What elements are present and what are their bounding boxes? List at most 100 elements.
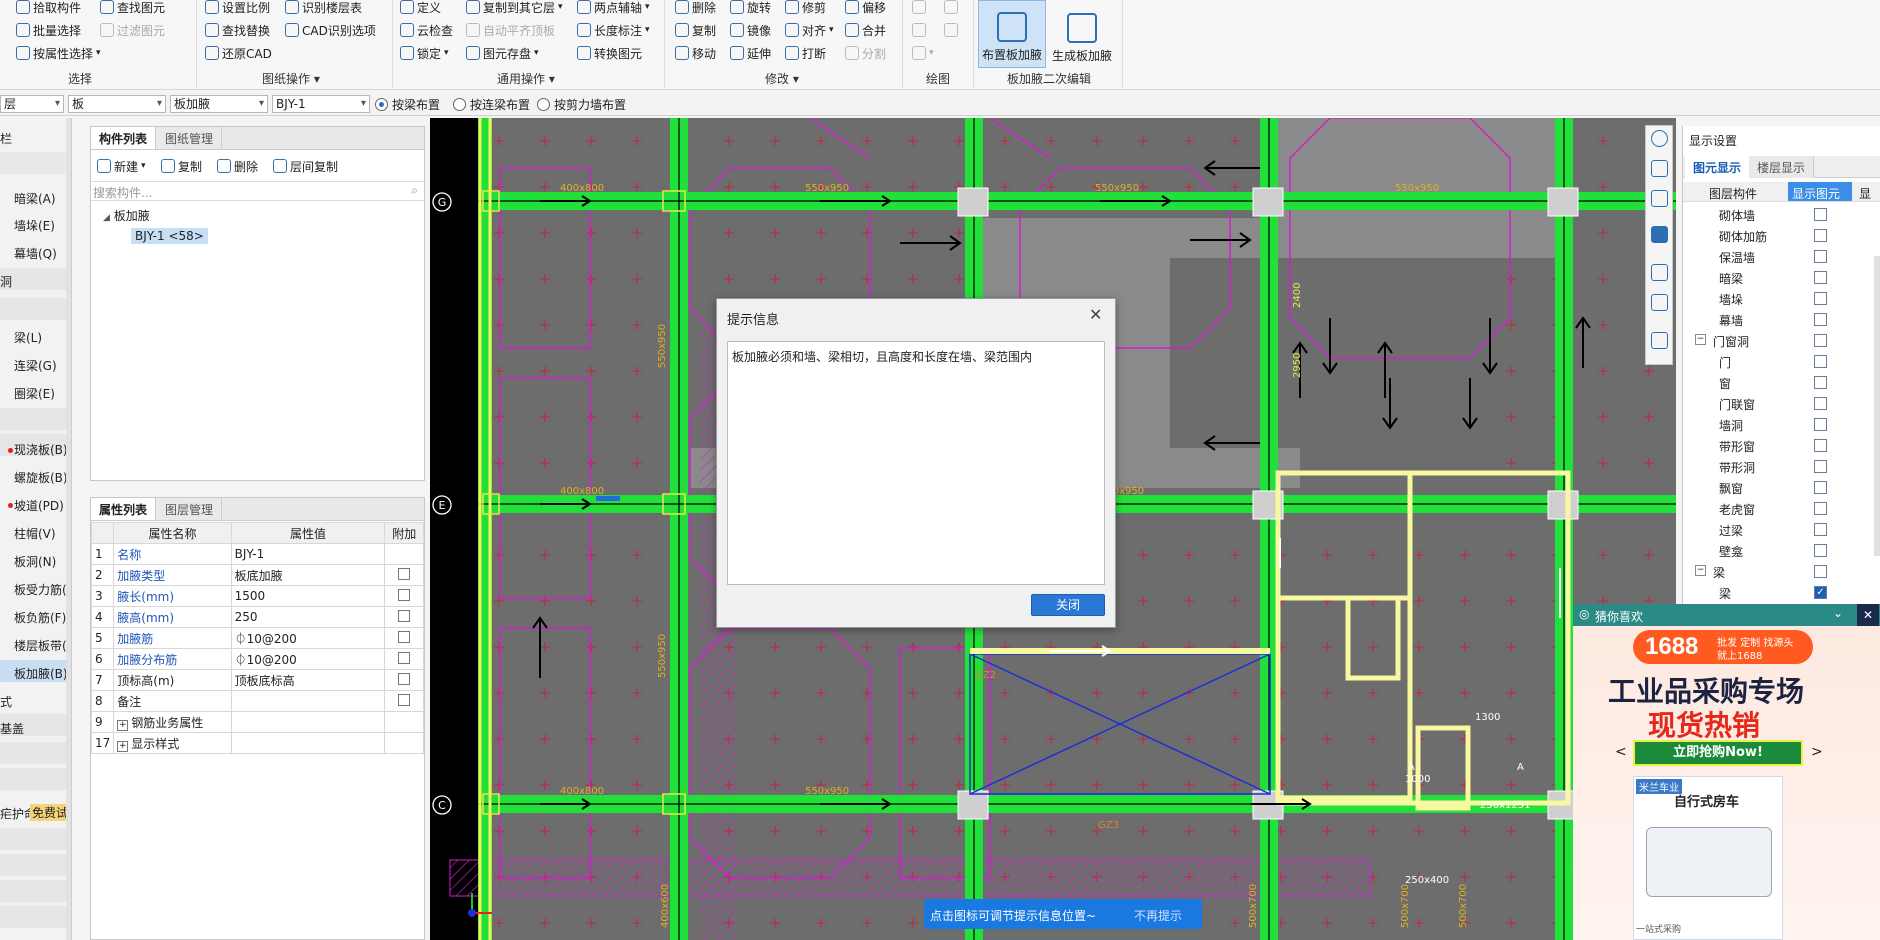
find-element-button[interactable]: 查找图元 — [100, 0, 165, 16]
collapse-icon[interactable]: − — [1695, 334, 1706, 345]
save-element-button[interactable]: 图元存盘 ▾ — [466, 44, 539, 62]
extra-checkbox-cell[interactable] — [384, 690, 424, 712]
extra-checkbox-cell[interactable] — [384, 606, 424, 628]
collapse-icon[interactable]: ⌄ — [1833, 606, 1843, 620]
nav-item-beam[interactable]: 梁(L) — [14, 329, 42, 346]
display-row[interactable]: 幕墙 — [1683, 309, 1873, 330]
extra-checkbox[interactable] — [398, 588, 411, 601]
property-value[interactable]: 板底加腋 — [230, 564, 386, 586]
property-value[interactable]: ⏀10@200 — [230, 648, 386, 670]
display-row[interactable]: 飘窗 — [1683, 477, 1873, 498]
display-checkbox[interactable]: ✓ — [1814, 586, 1827, 599]
display-row[interactable]: 带形窗 — [1683, 435, 1873, 456]
nav-item-slab-haunch[interactable]: 板加腋(B) — [14, 665, 68, 682]
draw-arc-button[interactable]: ▾ — [912, 44, 934, 62]
extend-button[interactable]: 延伸 — [730, 44, 771, 62]
set-scale-button[interactable]: 设置比例 — [205, 0, 270, 16]
display-row[interactable]: 老虎窗 — [1683, 498, 1873, 519]
copy-component-button[interactable]: 复制 — [161, 157, 202, 175]
display-checkbox[interactable] — [1814, 397, 1827, 410]
nav-item-column-cap[interactable]: 柱帽(V) — [14, 525, 56, 542]
display-checkbox[interactable] — [1814, 229, 1827, 242]
trim-button[interactable]: 修剪 — [785, 0, 826, 16]
dynamic-view-icon[interactable] — [1651, 294, 1668, 311]
nav-item-ring-beam[interactable]: 圈梁(E) — [14, 385, 55, 402]
display-row[interactable]: 墙洞 — [1683, 414, 1873, 435]
3d-view-icon[interactable] — [1651, 160, 1668, 177]
nav-item-slab-strip[interactable]: 楼层板带(H — [14, 637, 71, 654]
display-checkbox[interactable] — [1814, 292, 1827, 305]
dont-show-again-link[interactable]: 不再提示 — [1134, 907, 1182, 924]
display-row[interactable]: 带形洞 — [1683, 456, 1873, 477]
property-row[interactable]: 5 加腋筋 ⏀10@200 — [90, 627, 424, 649]
display-settings-icon[interactable] — [1651, 332, 1668, 349]
two-point-axis-button[interactable]: 两点辅轴 ▾ — [577, 0, 650, 16]
extra-checkbox[interactable] — [398, 609, 411, 622]
extra-checkbox[interactable] — [398, 567, 411, 580]
new-component-button[interactable]: 新建 ▾ — [97, 157, 146, 175]
extra-checkbox-cell[interactable] — [384, 564, 424, 586]
draw-rect-button[interactable] — [944, 21, 958, 39]
ad-cta-button[interactable]: 立即抢购Now! — [1633, 740, 1803, 766]
nav-item-slab-hole[interactable]: 板洞(N) — [14, 553, 56, 570]
property-value[interactable]: BJY-1 — [230, 543, 386, 565]
draw-point-button[interactable] — [912, 0, 926, 16]
radio-by-beam[interactable]: 按梁布置 — [375, 96, 440, 113]
place-haunch-button[interactable]: 布置板加腋 — [978, 0, 1046, 68]
display-checkbox[interactable] — [1814, 565, 1827, 578]
tree-item-bjy1[interactable]: BJY-1 <58> — [131, 228, 208, 244]
delete-button[interactable]: 删除 — [675, 0, 716, 16]
display-row[interactable]: 梁 ✓ — [1683, 582, 1873, 603]
nav-item-wall-pier[interactable]: 墙垛(E) — [14, 217, 55, 234]
tab-drawing-management[interactable]: 图纸管理 — [157, 127, 223, 149]
extra-checkbox-cell[interactable] — [384, 543, 424, 565]
display-row[interactable]: 门联窗 — [1683, 393, 1873, 414]
fit-view-icon[interactable] — [1651, 264, 1668, 281]
display-row[interactable]: 壁龛 — [1683, 540, 1873, 561]
property-value[interactable] — [230, 690, 386, 712]
extra-checkbox-cell[interactable] — [384, 585, 424, 607]
tab-floor-display[interactable]: 楼层显示 — [1749, 156, 1815, 178]
display-checkbox[interactable] — [1814, 376, 1827, 389]
expand-icon[interactable]: + — [117, 719, 129, 731]
display-row[interactable]: − 门窗洞 — [1683, 330, 1873, 351]
display-row[interactable]: − 梁 — [1683, 561, 1873, 582]
nav-scrollbar[interactable] — [66, 118, 71, 940]
close-icon[interactable]: ✕ — [1089, 305, 1102, 324]
display-checkbox[interactable] — [1814, 418, 1827, 431]
cad-options-button[interactable]: CAD识别选项 — [285, 21, 376, 39]
extra-checkbox[interactable] — [398, 693, 411, 706]
filter-element-button[interactable]: 过滤图元 — [100, 21, 165, 39]
define-button[interactable]: 定义 — [400, 0, 441, 16]
tab-property-list[interactable]: 属性列表 — [91, 498, 157, 520]
property-row[interactable]: 2 加腋类型 板底加腋 — [90, 564, 424, 586]
rotate-button[interactable]: 旋转 — [730, 0, 771, 16]
cloud-check-button[interactable]: 云检查 — [400, 21, 453, 39]
display-checkbox[interactable] — [1814, 313, 1827, 326]
nav-item-curtain-wall[interactable]: 幕墙(Q) — [14, 245, 57, 262]
identify-floor-table-button[interactable]: 识别楼层表 — [285, 0, 362, 16]
merge-button[interactable]: 合并 — [845, 21, 886, 39]
display-row[interactable]: 窗 — [1683, 372, 1873, 393]
close-icon[interactable]: ✕ — [1857, 604, 1879, 626]
component-dropdown[interactable]: BJY-1 — [272, 95, 370, 113]
align-button[interactable]: 对齐 ▾ — [785, 21, 834, 39]
generate-haunch-button[interactable]: 生成板加腋 — [1048, 0, 1116, 68]
extra-checkbox-cell[interactable] — [384, 648, 424, 670]
property-row[interactable]: 1 名称 BJY-1 — [90, 543, 424, 565]
extra-checkbox-cell[interactable] — [384, 669, 424, 691]
dialog-close-button[interactable]: 关闭 — [1031, 594, 1105, 616]
ad-product-card[interactable]: 米兰车业 自行式房车 一站式采购 — [1633, 776, 1783, 940]
copy-between-floors-button[interactable]: 层间复制 — [273, 157, 338, 175]
lock-button[interactable]: 锁定 ▾ — [400, 44, 449, 62]
copy-button[interactable]: 复制 — [675, 21, 716, 39]
display-row[interactable]: 过梁 — [1683, 519, 1873, 540]
property-row[interactable]: 4 腋高(mm) 250 — [90, 606, 424, 628]
extra-checkbox-cell[interactable] — [384, 627, 424, 649]
break-button[interactable]: 打断 — [785, 44, 826, 62]
radio-by-coupling-beam[interactable]: 按连梁布置 — [453, 96, 530, 113]
display-checkbox[interactable] — [1814, 481, 1827, 494]
property-row[interactable]: 9 + 钢筋业务属性 — [90, 711, 424, 733]
display-checkbox[interactable] — [1814, 502, 1827, 515]
display-checkbox[interactable] — [1814, 271, 1827, 284]
